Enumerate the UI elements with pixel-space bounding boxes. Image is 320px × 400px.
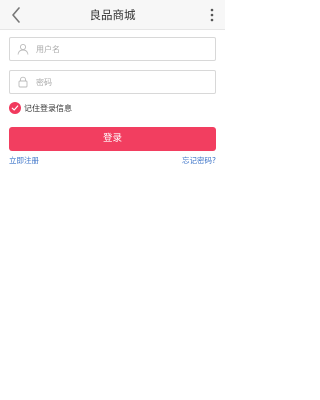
remember-login-toggle[interactable]: 记住登录信息	[9, 101, 72, 115]
page-title: 良品商城	[89, 8, 136, 22]
lock-icon	[12, 71, 34, 93]
forgot-password-link[interactable]: 忘记密码?	[182, 155, 216, 166]
remember-login-label: 记住登录信息	[24, 103, 72, 113]
username-field[interactable]	[9, 37, 216, 61]
password-input[interactable]	[36, 77, 206, 87]
login-button[interactable]: 登录	[9, 127, 216, 151]
username-input[interactable]	[36, 44, 206, 54]
user-icon	[12, 38, 34, 60]
checkbox-checked-icon[interactable]	[9, 102, 21, 114]
password-field[interactable]	[9, 70, 216, 94]
more-vertical-icon	[210, 8, 214, 22]
more-button[interactable]	[207, 5, 217, 25]
register-link[interactable]: 立即注册	[9, 155, 39, 166]
top-bar: 良品商城	[0, 0, 225, 30]
